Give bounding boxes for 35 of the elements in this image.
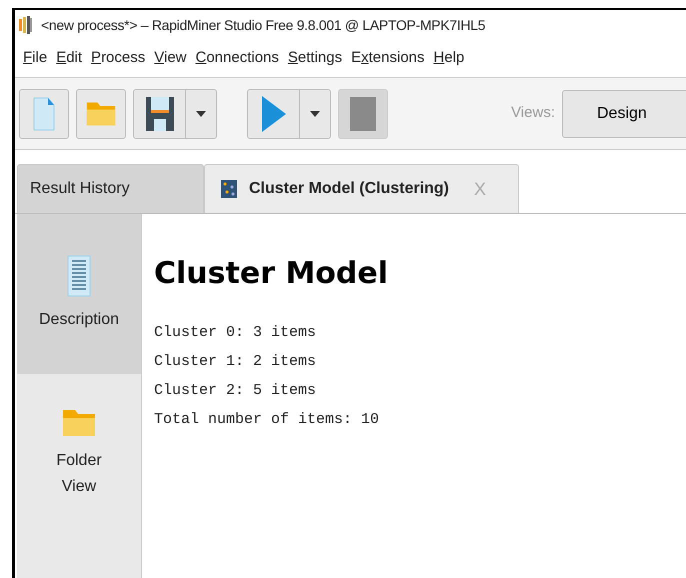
caret-icon	[196, 110, 206, 116]
cluster-summary-line: Total number of items: 10	[154, 410, 380, 430]
menu-item[interactable]: Help	[434, 47, 464, 70]
app-logo-icon	[19, 16, 33, 34]
cluster-model-icon	[221, 180, 237, 198]
tab[interactable]: Result History	[17, 164, 204, 213]
cluster-summary-line: Cluster 0: 3 items	[154, 323, 318, 343]
window-title: <new process*> – RapidMiner Studio Free 9.8.001 @ LAPTOP-MPK7IHL5	[41, 16, 486, 35]
menu-item[interactable]: Connections	[196, 47, 279, 70]
play-icon	[262, 96, 286, 132]
menu-item[interactable]: View	[154, 47, 186, 70]
menu-item[interactable]: File	[23, 47, 48, 70]
open-button[interactable]	[76, 88, 126, 138]
view-button[interactable]: Design	[562, 90, 686, 138]
run-button[interactable]	[247, 88, 331, 138]
stop-icon	[350, 96, 376, 130]
tab[interactable]: Cluster Model (Clustering) X	[204, 164, 519, 213]
sidebar-item[interactable]: Folder View	[17, 374, 141, 534]
folder-icon	[62, 408, 96, 438]
document-icon	[67, 255, 91, 297]
save-button[interactable]	[133, 88, 217, 138]
menu-item[interactable]: Extensions	[351, 47, 425, 70]
caret-icon	[310, 110, 320, 116]
cluster-summary-line: Cluster 2: 5 items	[154, 381, 318, 401]
sidebar-item[interactable]: Description	[17, 214, 141, 374]
menu-item[interactable]: Edit	[56, 47, 82, 70]
menu-item[interactable]: Process	[91, 47, 146, 70]
content-heading: Cluster Model	[154, 255, 390, 293]
views-label: Views:	[511, 103, 555, 124]
menu-item[interactable]: Settings	[288, 47, 342, 70]
stop-button[interactable]	[338, 88, 388, 138]
cluster-summary-line: Cluster 1: 2 items	[154, 352, 318, 372]
new-button[interactable]	[19, 88, 69, 138]
document-icon	[33, 96, 55, 130]
folder-icon	[86, 100, 116, 128]
